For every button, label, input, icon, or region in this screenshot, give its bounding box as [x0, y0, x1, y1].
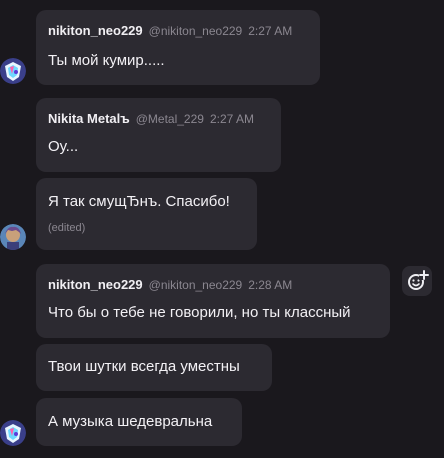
add-reaction-icon: [408, 270, 429, 290]
message-bubble[interactable]: А музыка шедевральна: [36, 398, 242, 446]
author-handle: @nikiton_neo229: [148, 278, 243, 292]
avatar-metal[interactable]: [0, 224, 26, 250]
message-text: Я так смущЂнъ. Спасибо!: [48, 193, 230, 210]
timestamp: 2:27 AM: [209, 112, 254, 126]
author-handle: @nikiton_neo229: [148, 24, 243, 38]
avatar-nikiton[interactable]: [0, 420, 26, 446]
message-bubble[interactable]: Я так смущЂнъ. Спасибо! (edited): [36, 178, 257, 250]
message-bubble[interactable]: Nikita Metalъ @Metal_229 2:27 AM Оу...: [36, 98, 281, 172]
timestamp: 2:28 AM: [248, 278, 293, 292]
author-name[interactable]: nikiton_neo229: [48, 23, 143, 38]
message-text: Что бы о тебе не говорили, но ты классны…: [48, 304, 351, 321]
edited-label: (edited): [48, 222, 86, 234]
message-text: Оу...: [48, 138, 79, 155]
message-header: nikiton_neo229 @nikiton_neo229 2:27 AM: [48, 23, 293, 39]
message-bubble[interactable]: Твои шутки всегда уместны: [36, 344, 272, 391]
message-header: Nikita Metalъ @Metal_229 2:27 AM: [48, 111, 254, 127]
avatar-nikiton[interactable]: [0, 58, 26, 84]
add-reaction-button[interactable]: [402, 266, 432, 296]
author-name[interactable]: nikiton_neo229: [48, 277, 143, 292]
author-name[interactable]: Nikita Metalъ: [48, 111, 130, 126]
message-text: Ты мой кумир.....: [48, 52, 165, 69]
message-text: А музыка шедевральна: [48, 413, 213, 430]
author-handle: @Metal_229: [135, 112, 204, 126]
message-bubble[interactable]: nikiton_neo229 @nikiton_neo229 2:28 AM Что…: [36, 264, 390, 338]
timestamp: 2:27 AM: [248, 24, 293, 38]
message-text: Твои шутки всегда уместны: [48, 358, 240, 375]
message-bubble[interactable]: nikiton_neo229 @nikiton_neo229 2:27 AM Ты …: [36, 10, 320, 85]
message-header: nikiton_neo229 @nikiton_neo229 2:28 AM: [48, 277, 293, 293]
